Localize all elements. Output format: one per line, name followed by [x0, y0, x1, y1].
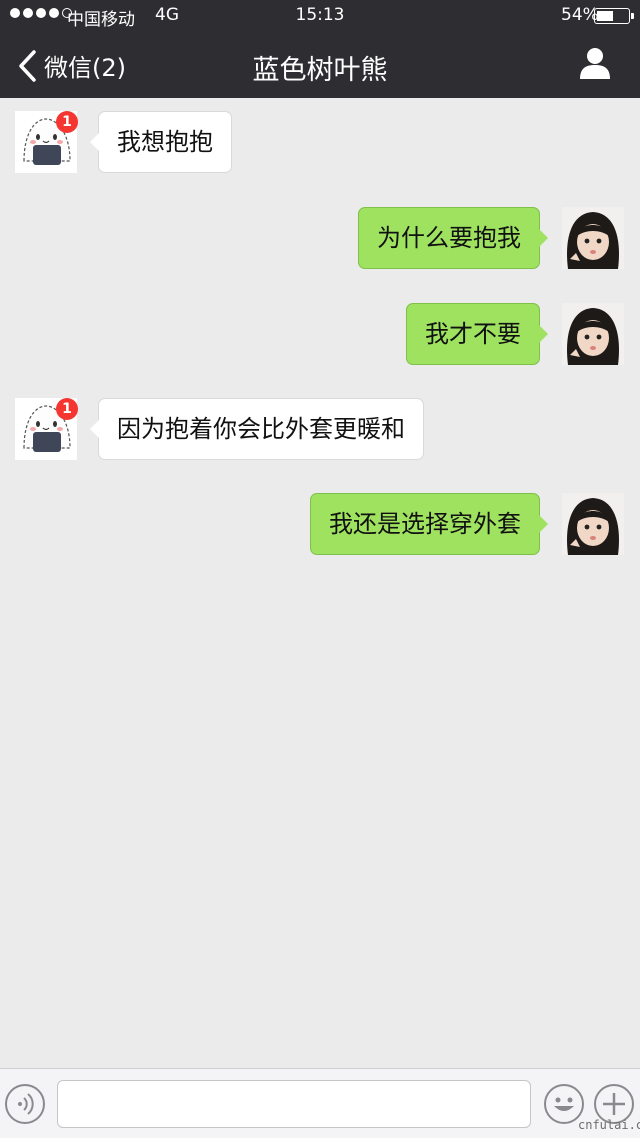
voice-button[interactable]: [5, 1084, 45, 1124]
chat-title: 蓝色树叶熊: [252, 55, 388, 86]
message-row: 1 因为抱着你会比外套更暖和: [0, 398, 640, 462]
unread-badge: 1: [56, 111, 78, 133]
message-bubble-sent[interactable]: 为什么要抱我: [358, 207, 548, 269]
voice-icon: [18, 1093, 34, 1115]
message-row: 我还是选择穿外套: [0, 493, 640, 557]
watermark: cnfulai.cn: [578, 1118, 640, 1132]
message-bubble-sent[interactable]: 我还是选择穿外套: [310, 493, 548, 555]
my-avatar[interactable]: [562, 303, 624, 365]
emoji-icon: [554, 1097, 574, 1111]
my-avatar[interactable]: [562, 207, 624, 269]
message-bubble-received[interactable]: 我想抱抱: [90, 111, 232, 173]
message-row: 1 我想抱抱: [0, 111, 640, 175]
nav-bar: 微信(2) 蓝色树叶熊: [0, 32, 640, 98]
person-icon[interactable]: [578, 46, 612, 80]
message-row: 我才不要: [0, 303, 640, 367]
unread-badge: 1: [56, 398, 78, 420]
message-row: 为什么要抱我: [0, 207, 640, 271]
my-avatar[interactable]: [562, 493, 624, 555]
girl-photo-icon: [562, 303, 624, 365]
battery-icon: [594, 8, 634, 24]
chat-area[interactable]: 1 我想抱抱 为什么要抱我 我才不要 1 因为抱着你会比外套更暖和 我还是选择穿…: [0, 98, 640, 1068]
message-bubble-received[interactable]: 因为抱着你会比外套更暖和: [90, 398, 424, 460]
plus-icon: [603, 1093, 625, 1115]
message-input[interactable]: [57, 1080, 531, 1128]
girl-photo-icon: [562, 493, 624, 555]
girl-photo-icon: [562, 207, 624, 269]
clock: 15:13: [295, 5, 345, 25]
input-bar: [0, 1068, 640, 1138]
status-bar: 中国移动 4G 15:13 54%: [0, 0, 640, 32]
message-bubble-sent[interactable]: 我才不要: [406, 303, 548, 365]
